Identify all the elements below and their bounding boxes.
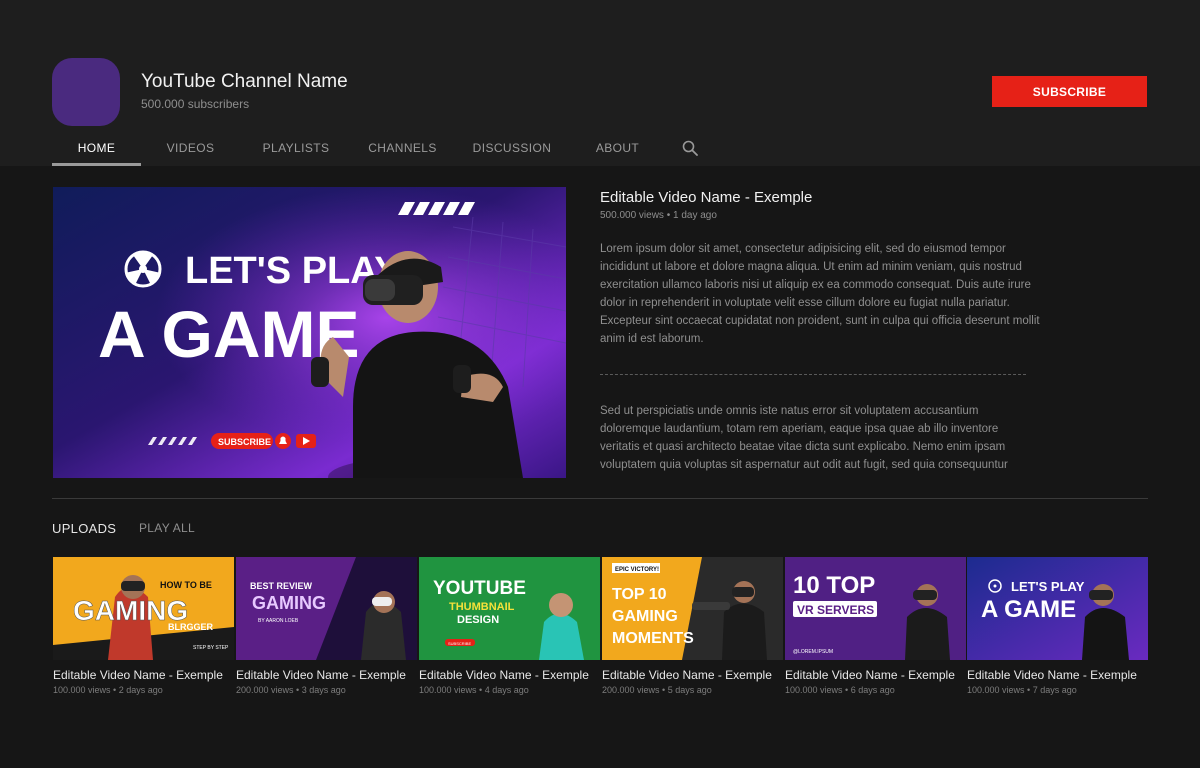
description-divider [600,374,1026,375]
thumbnail-art: LET'S PLAY A GAME [967,557,1148,660]
tab-about[interactable]: ABOUT [571,130,664,166]
thumb-line: DESIGN [457,614,499,626]
video-meta: 200.000 views • 5 days ago [602,685,712,695]
video-title[interactable]: Editable Video Name - Exemple [419,668,589,682]
tab-videos[interactable]: VIDEOS [141,130,240,166]
featured-description-1: Lorem ipsum dolor sit amet, consectetur … [600,243,1040,345]
video-thumbnail[interactable]: YOUTUBE THUMBNAIL DESIGN SUBSCRIBE [419,557,600,660]
featured-video-title[interactable]: Editable Video Name - Exemple [600,189,812,206]
thumbnail-art: EPIC VICTORY! TOP 10 GAMING MOMENTS [602,557,783,660]
uploads-row: HOW TO BE GAMING BLRGGER STEP BY STEP Ed… [53,557,1148,697]
subscriber-count: 500.000 subscribers [141,97,250,111]
video-meta: 100.000 views • 2 days ago [53,685,163,695]
tab-channels[interactable]: CHANNELS [352,130,453,166]
video-meta: 100.000 views • 7 days ago [967,685,1077,695]
play-all-button[interactable]: PLAY ALL [139,521,195,535]
video-thumbnail[interactable]: LET'S PLAY A GAME [967,557,1148,660]
channel-page: YouTube Channel Name 500.000 subscribers… [0,0,1200,768]
thumb-line: GAMING [252,593,326,613]
video-card[interactable]: YOUTUBE THUMBNAIL DESIGN SUBSCRIBE Edita… [419,557,600,697]
thumb-tag: STEP BY STEP [193,645,229,651]
video-card[interactable]: HOW TO BE GAMING BLRGGER STEP BY STEP Ed… [53,557,234,697]
video-card[interactable]: EPIC VICTORY! TOP 10 GAMING MOMENTS Edit… [602,557,783,697]
thumb-line: A GAME [981,596,1076,623]
video-title[interactable]: Editable Video Name - Exemple [236,668,406,682]
thumb-line: BLRGGER [168,622,214,632]
search-button[interactable] [670,130,710,166]
video-thumbnail[interactable]: HOW TO BE GAMING BLRGGER STEP BY STEP [53,557,234,660]
thumb-line: VR SERVERS [797,603,874,617]
video-title[interactable]: Editable Video Name - Exemple [602,668,772,682]
thumb-line: HOW TO BE [160,580,212,590]
thumb-line: EPIC VICTORY! [615,567,659,573]
video-card[interactable]: 10 TOP VR SERVERS @LOREM.IPSUM Editable … [785,557,966,697]
thumb-line: BEST REVIEW [250,581,313,591]
thumb-line: MOMENTS [612,630,694,647]
thumb-subscribe-text: SUBSCRIBE [218,437,271,447]
featured-description-2: Sed ut perspiciatis unde omnis iste natu… [600,405,1008,471]
thumb-line: THUMBNAIL [449,601,515,613]
video-title[interactable]: Editable Video Name - Exemple [967,668,1137,682]
thumb-line: @LOREM.IPSUM [793,649,833,655]
thumb-tag: SUBSCRIBE [448,641,471,646]
tab-home[interactable]: HOME [52,130,141,166]
channel-tabs: HOME VIDEOS PLAYLISTS CHANNELS DISCUSSIO… [52,130,710,166]
avatar[interactable] [52,58,120,126]
featured-video-thumbnail[interactable]: LET'S PLAY A GAME SUBSCRIBE [53,187,566,478]
video-card[interactable]: LET'S PLAY A GAME Editable Video Name - … [967,557,1148,697]
thumbnail-art: 10 TOP VR SERVERS @LOREM.IPSUM [785,557,966,660]
video-meta: 200.000 views • 3 days ago [236,685,346,695]
featured-video-meta: 500.000 views • 1 day ago [600,210,717,221]
thumb-line: BY AARON LOEB [258,618,299,624]
thumb-line: GAMING [612,608,678,625]
thumbnail-art: YOUTUBE THUMBNAIL DESIGN SUBSCRIBE [419,557,600,660]
thumb-line: TOP 10 [612,586,667,603]
search-icon [682,140,698,156]
video-thumbnail[interactable]: 10 TOP VR SERVERS @LOREM.IPSUM [785,557,966,660]
tab-playlists[interactable]: PLAYLISTS [240,130,352,166]
channel-header: YouTube Channel Name 500.000 subscribers… [0,0,1200,166]
thumb-line: 10 TOP [793,572,875,599]
featured-thumbnail-art: LET'S PLAY A GAME SUBSCRIBE [53,187,566,478]
video-title[interactable]: Editable Video Name - Exemple [53,668,223,682]
section-divider [52,498,1148,499]
thumb-line: LET'S PLAY [1011,579,1085,594]
video-thumbnail[interactable]: BEST REVIEW GAMING BY AARON LOEB [236,557,417,660]
uploads-title: UPLOADS [52,521,117,536]
thumbnail-art: BEST REVIEW GAMING BY AARON LOEB [236,557,417,660]
subscribe-button[interactable]: SUBSCRIBE [992,76,1147,107]
video-title[interactable]: Editable Video Name - Exemple [785,668,955,682]
thumb-line: YOUTUBE [433,578,526,599]
video-card[interactable]: BEST REVIEW GAMING BY AARON LOEB Editabl… [236,557,417,697]
video-meta: 100.000 views • 6 days ago [785,685,895,695]
tab-discussion[interactable]: DISCUSSION [453,130,571,166]
video-thumbnail[interactable]: EPIC VICTORY! TOP 10 GAMING MOMENTS [602,557,783,660]
thumbnail-art: HOW TO BE GAMING BLRGGER STEP BY STEP [53,557,234,660]
channel-name: YouTube Channel Name [141,71,348,92]
video-meta: 100.000 views • 4 days ago [419,685,529,695]
